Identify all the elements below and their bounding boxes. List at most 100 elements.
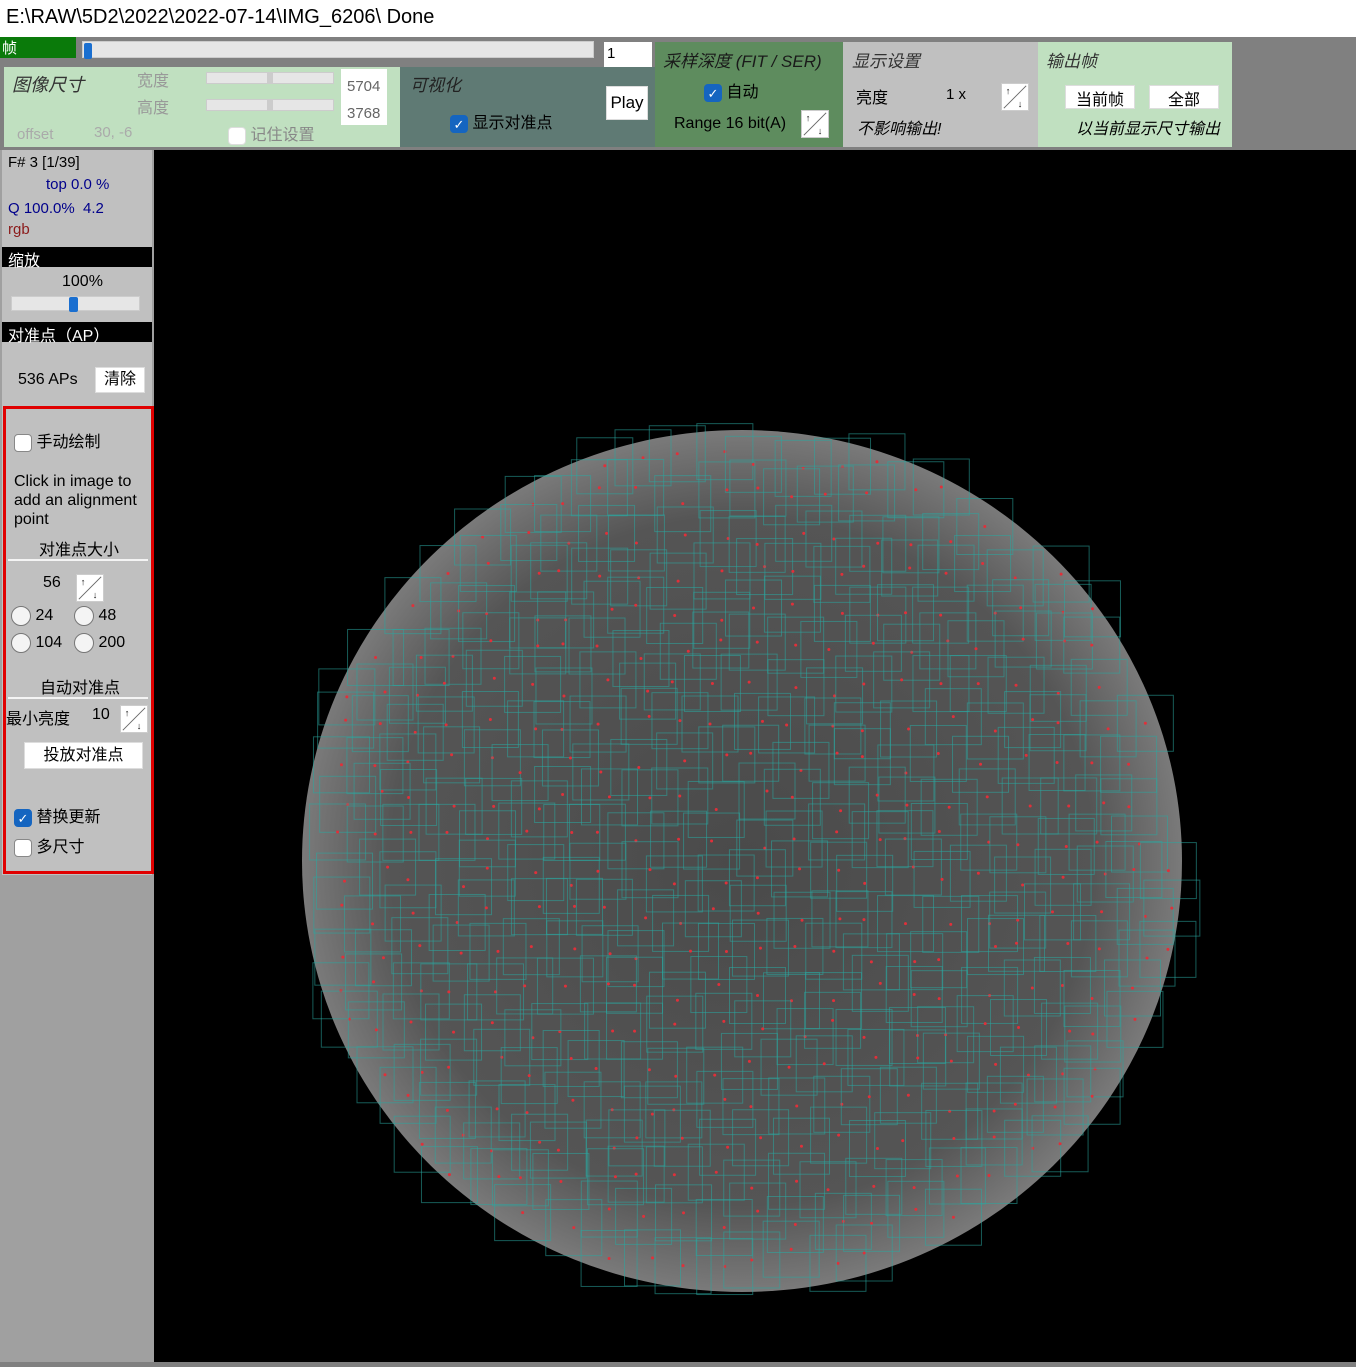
ap-point xyxy=(1028,804,1032,808)
ap-point xyxy=(1166,869,1170,873)
width-slider[interactable] xyxy=(206,72,334,84)
ap-point xyxy=(374,1028,378,1032)
ap-point xyxy=(562,694,566,698)
clear-aps-button[interactable]: 清除 xyxy=(95,367,145,393)
ap-point xyxy=(680,1136,684,1140)
ap-point xyxy=(724,949,728,953)
remember-checkbox[interactable] xyxy=(228,126,246,145)
spin-arrows-icon: ↑↓ xyxy=(1003,85,1027,109)
svg-text:↓: ↓ xyxy=(1018,99,1023,109)
show-ap-checkbox[interactable]: ✓ xyxy=(450,114,468,133)
ap-point xyxy=(597,486,601,490)
ap-point xyxy=(787,1065,791,1069)
ap-point xyxy=(872,1184,876,1188)
ap-point xyxy=(675,452,679,456)
ap-point xyxy=(556,1148,560,1152)
ap-point xyxy=(598,574,602,578)
ap-point xyxy=(860,755,864,759)
ap-point xyxy=(760,719,764,723)
ap-point xyxy=(607,1207,611,1211)
ap-point xyxy=(670,680,674,684)
ap-point xyxy=(1090,607,1094,611)
ap-point xyxy=(613,1175,617,1179)
ap-point xyxy=(672,882,676,886)
output-current-button[interactable]: 当前帧 xyxy=(1065,85,1135,109)
svg-text:↑: ↑ xyxy=(1006,86,1011,96)
svg-text:↑: ↑ xyxy=(806,113,811,123)
ap-point xyxy=(561,502,565,506)
zoom-slider[interactable] xyxy=(11,296,140,312)
sampling-title: 采样深度 (FIT / SER) xyxy=(663,52,822,71)
visualize-title: 可视化 xyxy=(410,76,461,95)
color-mode: rgb xyxy=(8,221,30,238)
frame-slider-thumb[interactable] xyxy=(84,43,92,59)
ap-point xyxy=(674,1074,678,1078)
ap-point xyxy=(862,682,866,686)
ap-point xyxy=(452,1030,456,1034)
auto-checkbox[interactable]: ✓ xyxy=(704,83,722,102)
ap-point xyxy=(710,682,714,686)
ap-point xyxy=(678,719,682,723)
ap-point xyxy=(714,807,718,811)
ap-point xyxy=(651,1256,655,1260)
ap-point xyxy=(987,1173,991,1177)
ap-point xyxy=(569,1056,573,1060)
ap-point xyxy=(863,881,867,885)
height-slider[interactable] xyxy=(206,99,334,111)
ap-point xyxy=(1030,986,1034,990)
ap-point xyxy=(497,1175,501,1179)
remember-settings[interactable]: 记住设置 xyxy=(228,121,314,145)
ap-point xyxy=(906,1093,910,1097)
ap-point xyxy=(908,566,912,570)
ap-point xyxy=(949,540,953,544)
ap-point xyxy=(537,905,541,909)
image-canvas[interactable] xyxy=(154,150,1356,1362)
ap-point xyxy=(871,641,875,645)
play-button[interactable]: Play xyxy=(606,86,648,120)
ap-point xyxy=(765,789,769,793)
ap-point xyxy=(752,606,756,610)
ap-point xyxy=(790,495,794,499)
ap-point xyxy=(876,541,880,545)
ap-point xyxy=(646,689,650,693)
width-value: 5704 xyxy=(347,78,381,95)
ap-point xyxy=(341,955,345,959)
ap-point xyxy=(713,1073,717,1077)
show-ap-toggle[interactable]: ✓ 显示对准点 xyxy=(450,109,552,133)
ap-point xyxy=(336,830,340,834)
ap-point xyxy=(793,944,797,948)
ap-point xyxy=(914,488,918,492)
brightness-spinner[interactable]: ↑ ↓ xyxy=(1001,83,1029,111)
zoom-slider-thumb[interactable] xyxy=(69,297,78,312)
ap-point xyxy=(518,1176,522,1180)
ap-point xyxy=(594,1067,598,1071)
highlight-box xyxy=(3,406,154,874)
ap-point xyxy=(1100,910,1104,914)
ap-point xyxy=(756,911,760,915)
auto-toggle[interactable]: ✓ 自动 xyxy=(704,78,758,102)
ap-point xyxy=(1127,762,1131,766)
ap-point xyxy=(800,918,804,922)
frame-slider[interactable] xyxy=(82,41,594,59)
ap-point xyxy=(790,795,794,799)
ap-point xyxy=(755,542,759,546)
ap-point xyxy=(531,682,535,686)
ap-point xyxy=(790,602,794,606)
ap-point xyxy=(936,751,940,755)
ap-point xyxy=(1127,805,1131,809)
output-all-button[interactable]: 全部 xyxy=(1149,85,1219,109)
ap-point xyxy=(867,1095,871,1099)
zoom-header: 缩放 xyxy=(2,247,152,270)
ap-point xyxy=(344,718,348,722)
ap-point xyxy=(1106,727,1110,731)
ap-point xyxy=(831,1018,835,1022)
ap-point xyxy=(862,918,866,922)
ap-point xyxy=(1055,760,1059,764)
svg-text:↓: ↓ xyxy=(818,126,823,136)
range-spinner[interactable]: ↑ ↓ xyxy=(801,110,829,138)
ap-point xyxy=(525,1111,529,1115)
ap-point xyxy=(484,906,488,910)
ap-point xyxy=(914,1207,918,1211)
ap-point xyxy=(708,722,712,726)
ap-point xyxy=(875,1147,879,1151)
